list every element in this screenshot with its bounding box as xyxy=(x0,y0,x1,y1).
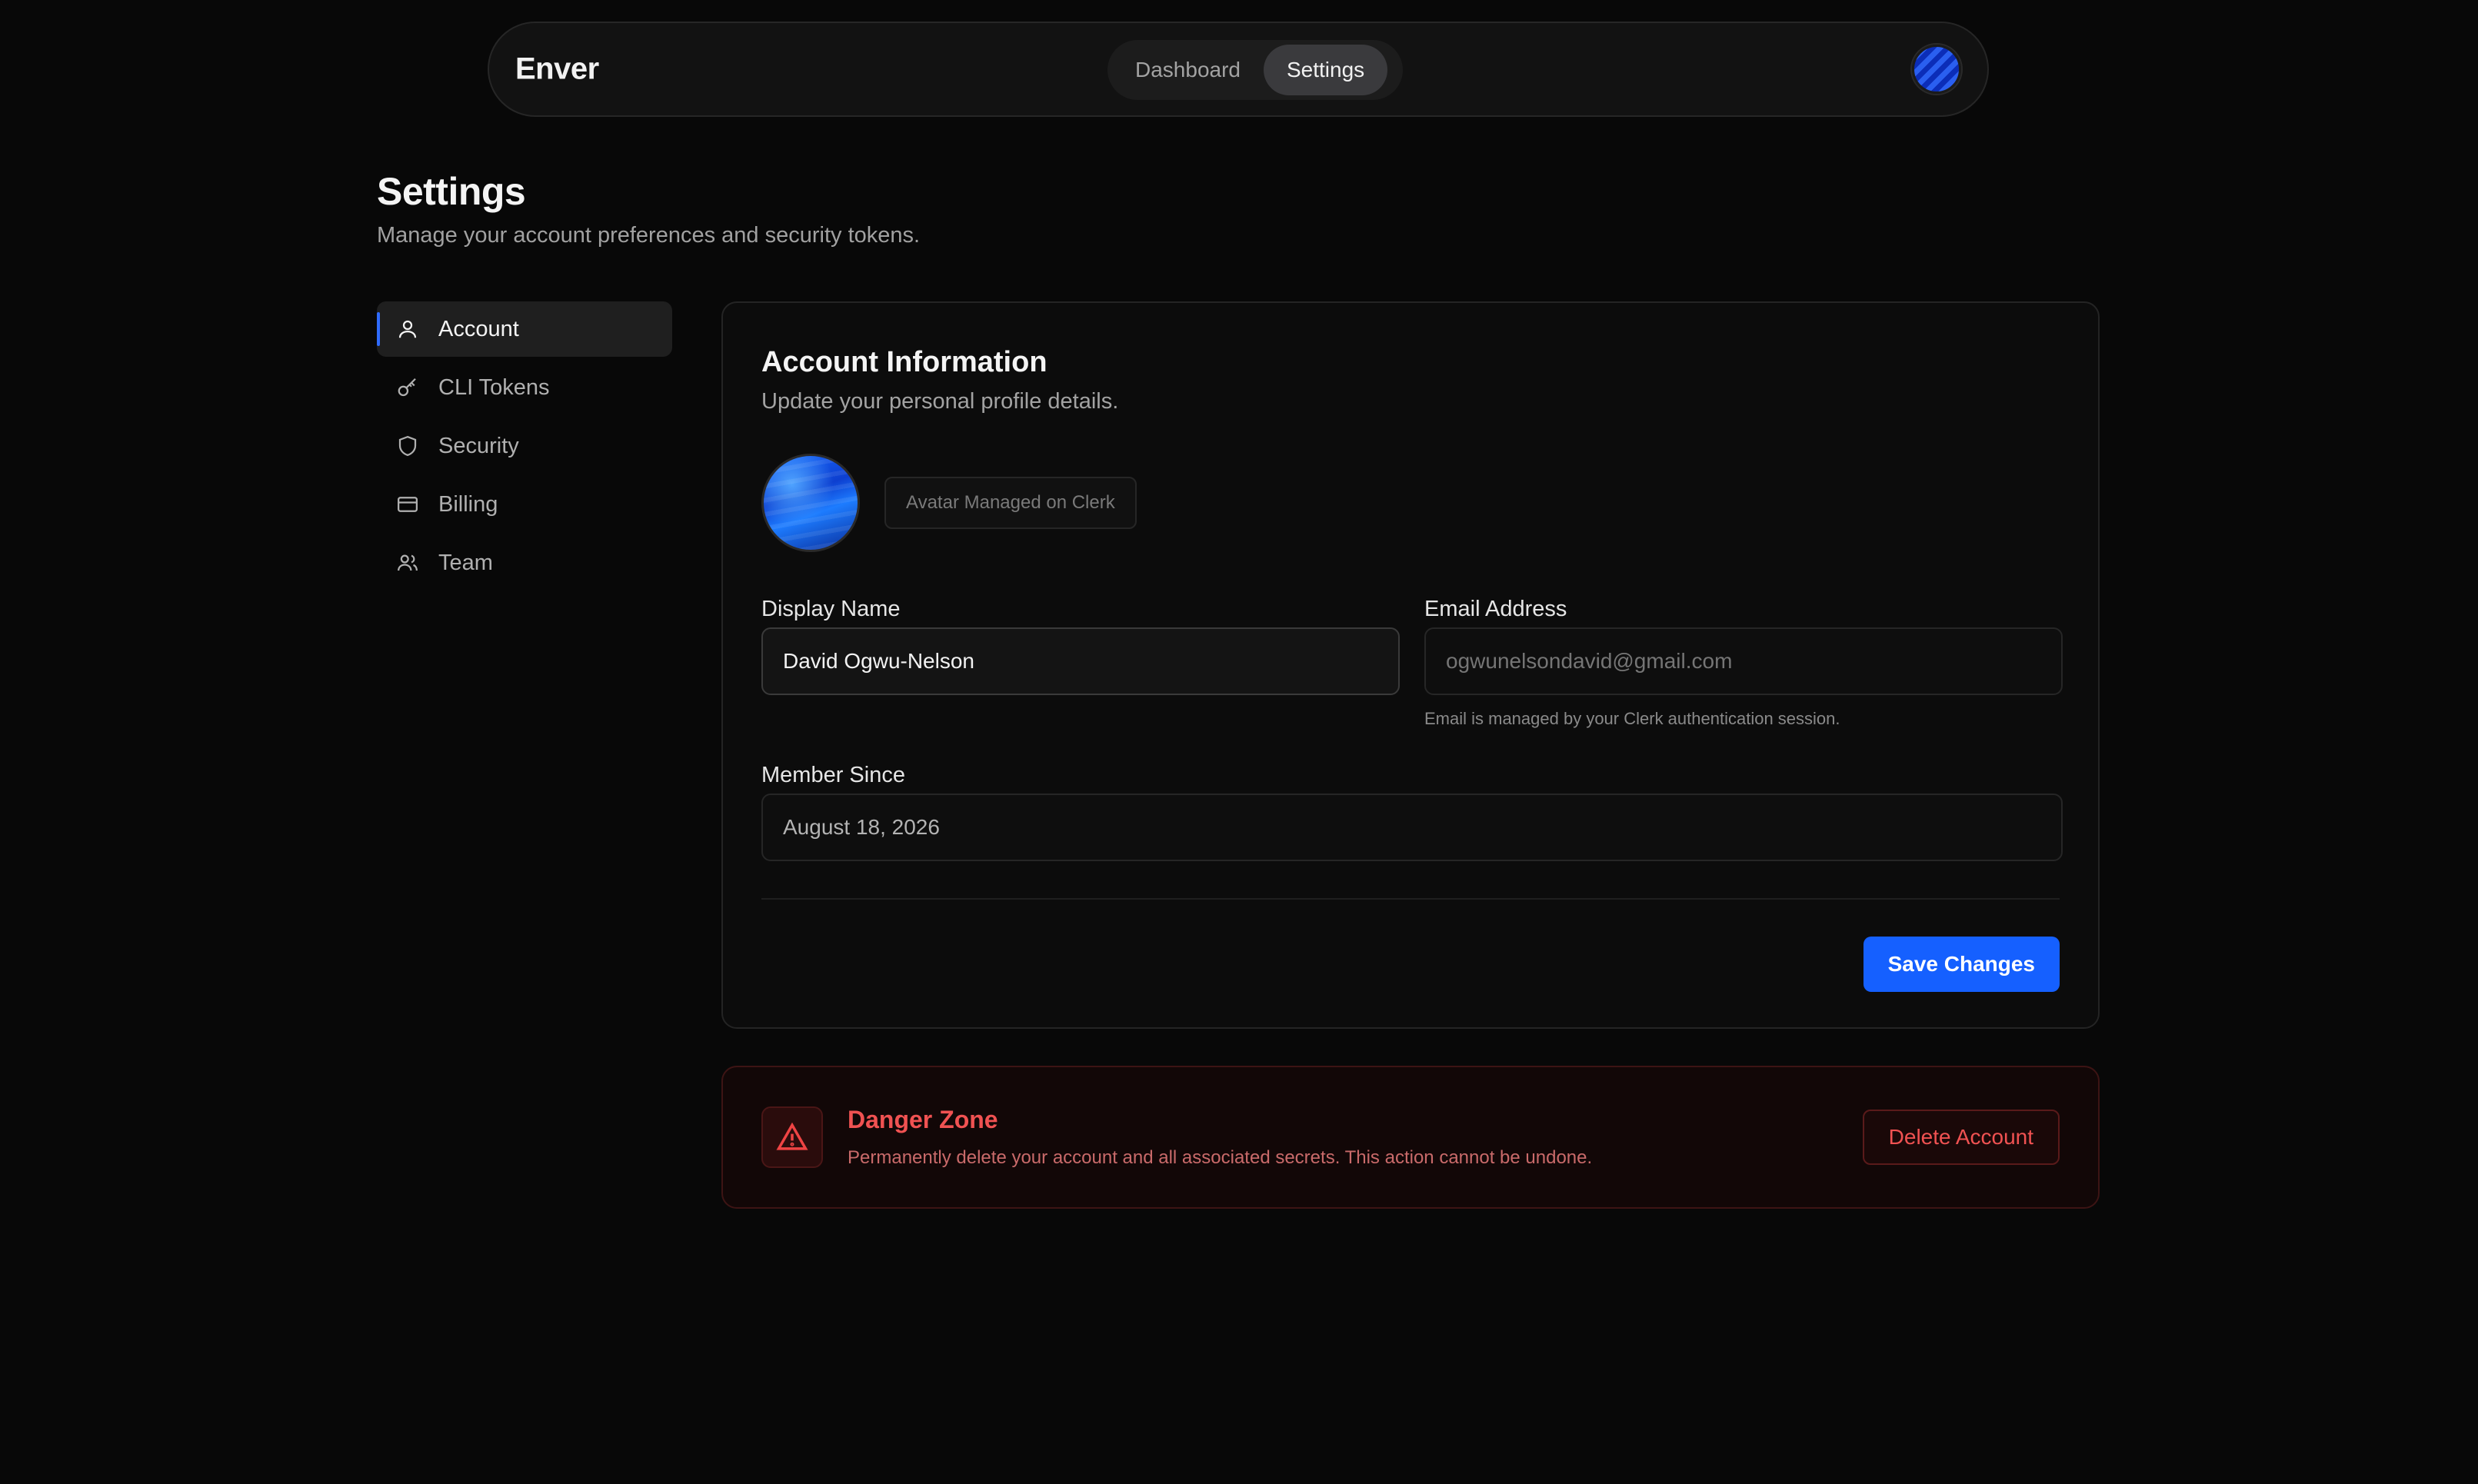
settings-sidebar: Account CLI Tokens Security Billing Team xyxy=(377,301,672,594)
danger-zone-card: Danger Zone Permanently delete your acco… xyxy=(721,1066,2100,1209)
email-help-text: Email is managed by your Clerk authentic… xyxy=(1424,709,1840,728)
brand-logo[interactable]: Enver xyxy=(515,52,599,87)
sidebar-item-label: Billing xyxy=(438,491,498,517)
card-subtitle: Update your personal profile details. xyxy=(761,389,1119,414)
key-icon xyxy=(395,375,420,400)
shield-icon xyxy=(395,434,420,458)
user-icon xyxy=(395,317,420,341)
page-subtitle: Manage your account preferences and secu… xyxy=(377,223,921,248)
sidebar-item-label: Team xyxy=(438,550,493,575)
sidebar-item-label: Security xyxy=(438,433,519,458)
profile-avatar xyxy=(761,454,860,552)
sidebar-item-label: Account xyxy=(438,316,519,341)
email-input xyxy=(1446,629,2061,694)
danger-zone-title: Danger Zone xyxy=(848,1106,998,1133)
card-divider xyxy=(761,898,2060,900)
account-information-card: Account Information Update your personal… xyxy=(721,301,2100,1029)
member-since-label: Member Since xyxy=(761,763,905,787)
warning-triangle-icon xyxy=(761,1106,823,1168)
display-name-input[interactable] xyxy=(783,629,1398,694)
credit-card-icon xyxy=(395,492,420,517)
settings-page: Enver Dashboard Settings Settings Manage… xyxy=(0,0,2478,1484)
email-address-label: Email Address xyxy=(1424,597,1567,621)
sidebar-item-cli-tokens[interactable]: CLI Tokens xyxy=(377,360,672,415)
top-navbar: Enver Dashboard Settings xyxy=(488,22,1989,117)
sidebar-item-billing[interactable]: Billing xyxy=(377,477,672,532)
sidebar-item-label: CLI Tokens xyxy=(438,374,550,400)
member-since-input xyxy=(783,795,2061,860)
user-avatar-button[interactable] xyxy=(1912,45,1961,94)
email-address-field xyxy=(1424,627,2063,695)
display-name-label: Display Name xyxy=(761,597,901,621)
member-since-field xyxy=(761,794,2063,861)
save-changes-button[interactable]: Save Changes xyxy=(1863,937,2060,992)
sidebar-item-security[interactable]: Security xyxy=(377,418,672,474)
users-icon xyxy=(395,551,420,575)
tab-dashboard[interactable]: Dashboard xyxy=(1112,45,1264,95)
tab-settings[interactable]: Settings xyxy=(1263,45,1388,95)
danger-zone-description: Permanently delete your account and all … xyxy=(848,1147,1593,1168)
delete-account-button[interactable]: Delete Account xyxy=(1862,1110,2060,1165)
card-title: Account Information xyxy=(761,346,1047,378)
display-name-field xyxy=(761,627,1400,695)
avatar-managed-badge: Avatar Managed on Clerk xyxy=(884,477,1137,529)
page-title: Settings xyxy=(377,170,526,213)
nav-tabs: Dashboard Settings xyxy=(1107,40,1403,100)
sidebar-item-team[interactable]: Team xyxy=(377,535,672,591)
sidebar-item-account[interactable]: Account xyxy=(377,301,672,357)
